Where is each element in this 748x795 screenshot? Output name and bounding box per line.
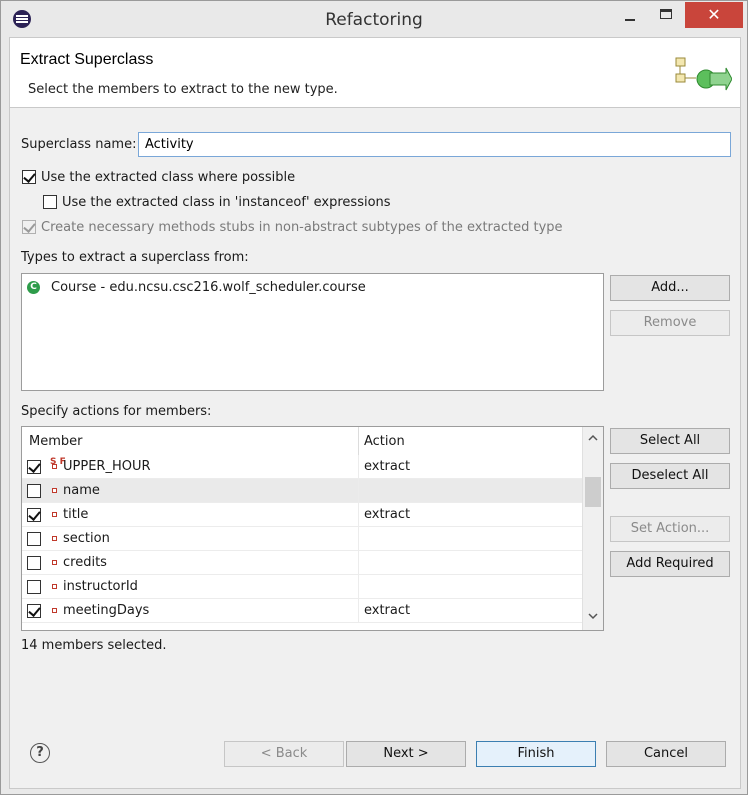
private-field-icon xyxy=(52,584,57,589)
add-button[interactable]: Add... xyxy=(610,275,730,301)
deselect-all-button[interactable]: Deselect All xyxy=(610,463,730,489)
page-description: Select the members to extract to the new… xyxy=(28,82,338,97)
cell-divider xyxy=(358,575,359,599)
member-action[interactable]: extract xyxy=(364,603,410,618)
member-checkbox[interactable] xyxy=(27,508,41,522)
types-label: Types to extract a superclass from: xyxy=(21,250,249,265)
remove-button[interactable]: Remove xyxy=(610,310,730,336)
cell-divider xyxy=(358,551,359,575)
cancel-button[interactable]: Cancel xyxy=(606,741,726,767)
back-button[interactable]: < Back xyxy=(224,741,344,767)
member-action[interactable]: extract xyxy=(364,459,410,474)
types-list[interactable]: C Course - edu.ncsu.csc216.wolf_schedule… xyxy=(21,273,604,391)
wizard-header: Extract Superclass Select the members to… xyxy=(10,38,740,108)
scroll-up-icon[interactable] xyxy=(588,433,598,443)
title-bar: Refactoring ✕ xyxy=(1,1,747,37)
table-row[interactable]: title extract xyxy=(22,503,582,527)
member-checkbox[interactable] xyxy=(27,604,41,618)
maximize-icon xyxy=(660,9,672,19)
cell-divider xyxy=(358,503,359,527)
member-column-header[interactable]: Member xyxy=(29,434,82,449)
class-icon: C xyxy=(27,281,40,294)
member-name: UPPER_HOUR xyxy=(63,459,151,474)
table-header: Member Action xyxy=(22,427,582,455)
refactoring-dialog: Refactoring ✕ Extract Superclass Select … xyxy=(0,0,748,795)
action-column-header[interactable]: Action xyxy=(364,434,405,449)
select-all-button[interactable]: Select All xyxy=(610,428,730,454)
private-field-icon xyxy=(52,464,57,469)
member-checkbox[interactable] xyxy=(27,556,41,570)
use-extracted-checkbox[interactable] xyxy=(22,170,36,184)
members-table[interactable]: Member Action S F UPPER_HOUR extract nam… xyxy=(21,426,604,631)
member-checkbox[interactable] xyxy=(27,460,41,474)
minimize-button[interactable] xyxy=(613,2,647,28)
member-action[interactable]: extract xyxy=(364,507,410,522)
member-name: name xyxy=(63,483,100,498)
page-title: Extract Superclass xyxy=(20,51,154,68)
maximize-button[interactable] xyxy=(649,2,683,28)
members-label: Specify actions for members: xyxy=(21,404,212,419)
use-instanceof-label: Use the extracted class in 'instanceof' … xyxy=(62,195,391,210)
private-field-icon xyxy=(52,536,57,541)
superclass-name-field[interactable] xyxy=(138,132,731,157)
member-name: section xyxy=(63,531,110,546)
member-checkbox[interactable] xyxy=(27,484,41,498)
create-stubs-checkbox[interactable] xyxy=(22,220,36,234)
table-row[interactable]: name xyxy=(22,479,582,503)
table-row[interactable]: S F UPPER_HOUR extract xyxy=(22,455,582,479)
dialog-content: Extract Superclass Select the members to… xyxy=(9,37,741,789)
member-name: credits xyxy=(63,555,107,570)
cell-divider xyxy=(358,455,359,479)
column-divider[interactable] xyxy=(358,427,359,455)
cell-divider xyxy=(358,599,359,623)
members-scrollbar[interactable] xyxy=(582,427,603,630)
table-row[interactable]: section xyxy=(22,527,582,551)
next-button[interactable]: Next > xyxy=(346,741,466,767)
use-instanceof-checkbox[interactable] xyxy=(43,195,57,209)
close-button[interactable]: ✕ xyxy=(685,2,743,28)
table-row[interactable]: credits xyxy=(22,551,582,575)
member-name: instructorId xyxy=(63,579,138,594)
create-stubs-label: Create necessary methods stubs in non-ab… xyxy=(41,220,563,235)
scroll-down-icon[interactable] xyxy=(588,611,598,621)
private-field-icon xyxy=(52,512,57,517)
finish-button[interactable]: Finish xyxy=(476,741,596,767)
table-row[interactable]: meetingDays extract xyxy=(22,599,582,623)
table-row[interactable]: instructorId xyxy=(22,575,582,599)
member-checkbox[interactable] xyxy=(27,532,41,546)
member-name: title xyxy=(63,507,89,522)
list-item[interactable]: Course - edu.ncsu.csc216.wolf_scheduler.… xyxy=(51,280,366,295)
extract-superclass-icon xyxy=(675,57,732,91)
set-action-button[interactable]: Set Action... xyxy=(610,516,730,542)
selection-status: 14 members selected. xyxy=(21,638,167,653)
private-field-icon xyxy=(52,488,57,493)
use-extracted-label: Use the extracted class where possible xyxy=(41,170,296,185)
superclass-name-label: Superclass name: xyxy=(21,137,137,152)
private-field-icon xyxy=(52,608,57,613)
cell-divider xyxy=(358,527,359,551)
private-field-icon xyxy=(52,560,57,565)
cell-divider xyxy=(358,479,359,503)
member-name: meetingDays xyxy=(63,603,150,618)
member-checkbox[interactable] xyxy=(27,580,41,594)
minimize-icon xyxy=(625,19,635,21)
add-required-button[interactable]: Add Required xyxy=(610,551,730,577)
help-icon[interactable]: ? xyxy=(30,743,50,763)
scroll-thumb[interactable] xyxy=(585,477,601,507)
